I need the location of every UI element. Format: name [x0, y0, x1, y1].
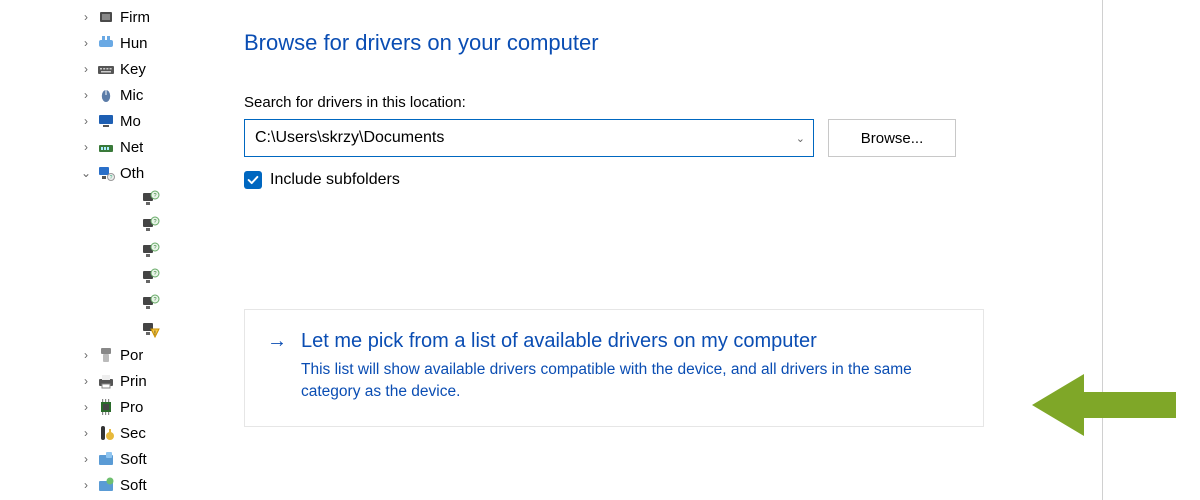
tree-item-label: Hun [120, 35, 148, 52]
tree-item[interactable]: › Firm [80, 4, 184, 30]
svg-text:?: ? [153, 193, 156, 199]
softc-icon [96, 449, 116, 469]
let-me-pick-option[interactable]: → Let me pick from a list of available d… [244, 309, 984, 427]
checkmark-icon [246, 173, 260, 187]
monitor-icon [96, 111, 116, 131]
cpu-icon [96, 397, 116, 417]
tree-item-label: Prin [120, 373, 147, 390]
tree-item-label: Key [120, 61, 146, 78]
chevron-right-icon[interactable]: › [80, 36, 92, 50]
chevron-right-icon[interactable]: › [80, 426, 92, 440]
path-input[interactable] [255, 129, 787, 147]
chevron-right-icon[interactable]: › [80, 374, 92, 388]
tree-item-label: Mic [120, 87, 143, 104]
device-tree[interactable]: ›Firm›Hun›Key›Mic›Mo›Net⌄?Oth?????!›Por›… [0, 0, 184, 500]
annotation-arrow-icon [1026, 370, 1176, 443]
tree-item[interactable]: › Key [80, 56, 184, 82]
svg-text:?: ? [153, 245, 156, 251]
tree-item[interactable]: › Mo [80, 108, 184, 134]
tree-item-label: Soft [120, 451, 147, 468]
chevron-right-icon[interactable]: › [80, 478, 92, 492]
include-subfolders-label: Include subfolders [270, 171, 400, 189]
tree-item-label: Oth [120, 165, 144, 182]
tree-item[interactable]: ! [80, 316, 184, 342]
tree-item-label: Pro [120, 399, 143, 416]
tree-item[interactable]: ⌄? Oth [80, 160, 184, 186]
chevron-right-icon[interactable]: › [80, 140, 92, 154]
arrow-right-icon: → [267, 330, 289, 353]
tree-item[interactable]: › Soft [80, 472, 184, 498]
chevron-right-icon[interactable]: › [80, 400, 92, 414]
sec-icon [96, 423, 116, 443]
include-subfolders-checkbox[interactable] [244, 171, 262, 189]
tree-item[interactable]: › Mic [80, 82, 184, 108]
search-location-label: Search for drivers in this location: [244, 94, 1139, 111]
tree-item[interactable]: › Por [80, 342, 184, 368]
port-icon [96, 345, 116, 365]
chevron-right-icon[interactable]: › [80, 10, 92, 24]
svg-text:?: ? [153, 297, 156, 303]
net-icon [96, 137, 116, 157]
unkq-icon: ? [140, 293, 160, 313]
tree-item-label: Net [120, 139, 143, 156]
svg-text:?: ? [110, 175, 113, 181]
softd-icon [96, 475, 116, 495]
tree-item[interactable]: › Net [80, 134, 184, 160]
tree-item-label: Sec [120, 425, 146, 442]
chevron-right-icon[interactable]: › [80, 62, 92, 76]
dropdown-icon: ⌄ [796, 132, 805, 145]
tree-item[interactable]: › Hun [80, 30, 184, 56]
tree-item[interactable]: › Soft [80, 446, 184, 472]
tree-item[interactable]: ? [80, 238, 184, 264]
dialog-title: Browse for drivers on your computer [244, 30, 1139, 56]
svg-text:?: ? [153, 219, 156, 225]
unkq-icon: ? [140, 189, 160, 209]
path-combobox[interactable]: ⌄ [244, 119, 814, 157]
unkw-icon: ! [140, 319, 160, 339]
tree-item[interactable]: ? [80, 264, 184, 290]
hid-icon [96, 33, 116, 53]
tree-item[interactable]: › Sec [80, 420, 184, 446]
chevron-down-icon[interactable]: ⌄ [80, 166, 92, 180]
option-title: Let me pick from a list of available dri… [301, 330, 817, 353]
unkq-icon: ? [140, 241, 160, 261]
printer-icon [96, 371, 116, 391]
unkq-icon: ? [140, 267, 160, 287]
other-icon: ? [96, 163, 116, 183]
browse-button[interactable]: Browse... [828, 119, 956, 157]
tree-item-label: Soft [120, 477, 147, 494]
tree-item[interactable]: › Prin [80, 368, 184, 394]
tree-item-label: Firm [120, 9, 150, 26]
unkq-icon: ? [140, 215, 160, 235]
tree-item[interactable]: ? [80, 186, 184, 212]
tree-item-label: Por [120, 347, 143, 364]
svg-text:?: ? [153, 271, 156, 277]
chip-icon [96, 7, 116, 27]
tree-item[interactable]: ? [80, 290, 184, 316]
tree-item-label: Mo [120, 113, 141, 130]
tree-item[interactable]: ? [80, 212, 184, 238]
tree-item[interactable]: › Pro [80, 394, 184, 420]
mouse-icon [96, 85, 116, 105]
chevron-right-icon[interactable]: › [80, 348, 92, 362]
chevron-right-icon[interactable]: › [80, 114, 92, 128]
chevron-right-icon[interactable]: › [80, 452, 92, 466]
chevron-right-icon[interactable]: › [80, 88, 92, 102]
option-description: This list will show available drivers co… [267, 359, 937, 404]
keyb-icon [96, 59, 116, 79]
